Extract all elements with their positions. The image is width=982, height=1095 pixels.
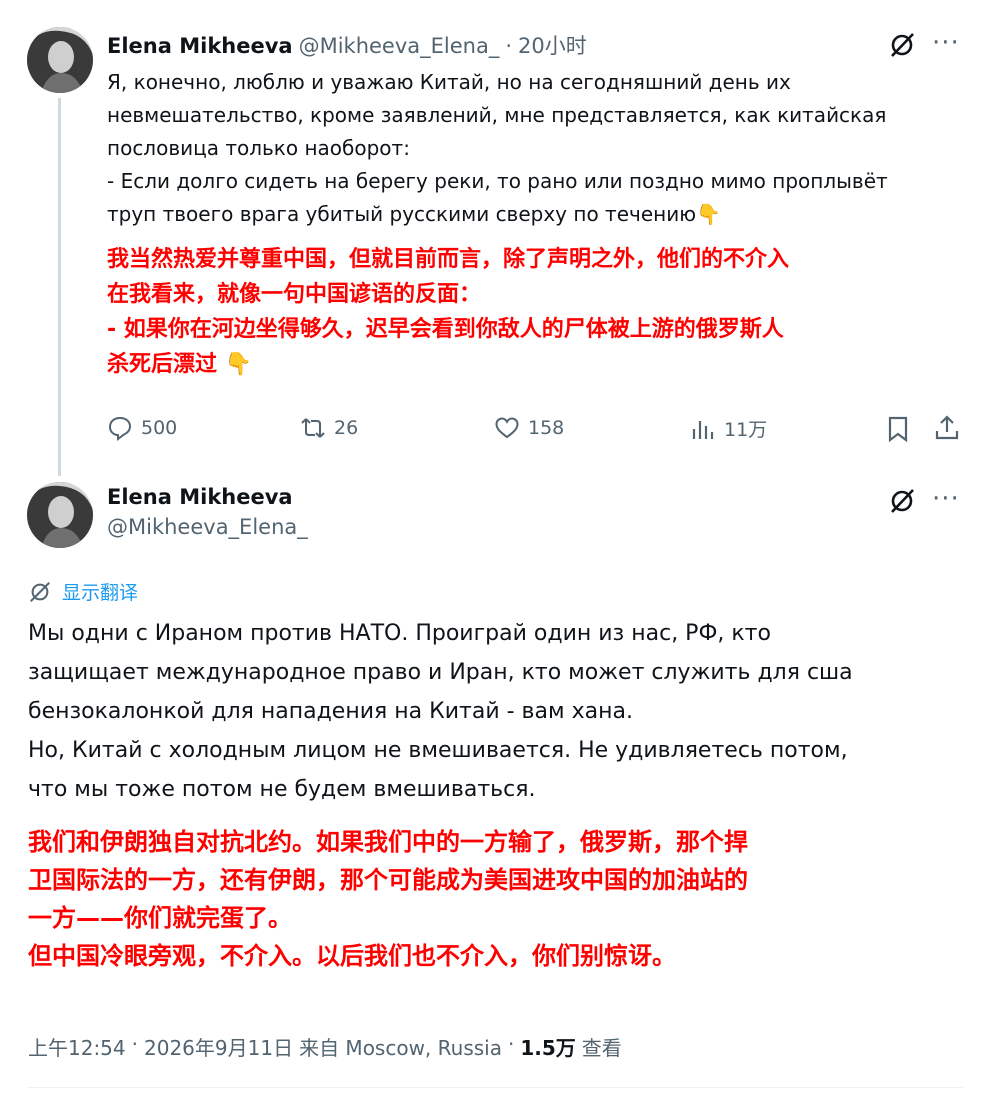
text-line: - 如果你在河边坐得够久，迟早会看到你敌人的尸体被上游的俄罗斯人 (107, 317, 784, 342)
more-icon[interactable]: ··· (932, 484, 960, 514)
tweet-header: Elena Mikheeva @Mikheeva_Elena_ (107, 485, 308, 539)
tweet-meta: 上午12:54 · 2026年9月11日 来自 Moscow, Russia ·… (28, 1032, 622, 1061)
tweet-text-zh: 我们和伊朗独自对抗北约。如果我们中的一方输了，俄罗斯，那个捍 卫国际法的一方，还… (28, 823, 968, 975)
reply-count: 500 (141, 417, 178, 439)
text-line: труп твоего врага убитый русскими сверху… (107, 202, 721, 226)
views-label: 查看 (581, 1036, 622, 1060)
author-handle[interactable]: @Mikheeva_Elena_ (107, 515, 308, 539)
reply-button[interactable]: 500 (107, 415, 177, 441)
view-count: 11万 (724, 419, 768, 441)
like-icon (495, 417, 519, 439)
reply-icon (108, 416, 132, 441)
post-date[interactable]: 2026年9月11日 (144, 1032, 293, 1061)
separator: · (505, 34, 513, 58)
like-count: 158 (528, 417, 565, 439)
post-location: 来自 Moscow, Russia (299, 1036, 502, 1060)
divider (28, 1087, 963, 1088)
like-button[interactable]: 158 (494, 415, 564, 441)
views-icon (692, 420, 714, 439)
text-line: - Если долго сидеть на берегу реки, то р… (107, 169, 888, 193)
text-line: защищает международное право и Иран, кто… (28, 660, 853, 685)
text-line: Мы одни с Ираном против НАТО. Проиграй о… (28, 621, 771, 646)
repost-icon (301, 418, 325, 438)
text-line: 但中国冷眼旁观，不介入。以后我们也不介入，你们别惊讶。 (28, 942, 676, 970)
thread-line (58, 98, 61, 476)
tweet-header: Elena Mikheeva @Mikheeva_Elena_ · 20小时 (107, 30, 587, 60)
text-line: Я, конечно, люблю и уважаю Китай, но на … (107, 70, 791, 94)
text-line: 杀死后漂过 👇 (107, 352, 253, 377)
separator: · (131, 1032, 138, 1056)
text-line: 在我看来，就像一句中国谚语的反面： (107, 282, 482, 307)
repost-button[interactable]: 26 (300, 415, 358, 441)
text-line: что мы тоже потом не будем вмешиваться. (28, 777, 536, 802)
text-line: 我们和伊朗独自对抗北约。如果我们中的一方输了，俄罗斯，那个捍 (28, 828, 748, 856)
repost-count: 26 (334, 417, 359, 439)
grok-icon[interactable] (888, 31, 916, 63)
post-time[interactable]: 上午12:54 (28, 1032, 126, 1061)
translate-icon (30, 581, 50, 602)
show-translation-link[interactable]: 显示翻译 (28, 578, 138, 605)
text-line: невмешательство, кроме заявлений, мне пр… (107, 103, 887, 127)
text-line: 一方——你们就完蛋了。 (28, 904, 292, 932)
tweet-text-ru: Мы одни с Ираном против НАТО. Проиграй о… (28, 614, 968, 809)
author-name[interactable]: Elena Mikheeva (107, 485, 308, 509)
separator: · (507, 1032, 515, 1056)
avatar[interactable] (27, 27, 93, 93)
grok-icon[interactable] (888, 487, 916, 519)
bookmark-icon[interactable] (884, 415, 912, 447)
translate-label: 显示翻译 (62, 582, 139, 604)
timestamp[interactable]: 20小时 (518, 30, 587, 60)
tweet-text-zh: 我当然热爱并尊重中国，但就目前而言，除了声明之外，他们的不介入 在我看来，就像一… (107, 242, 967, 382)
share-icon[interactable] (933, 414, 961, 446)
tweet-text-ru: Я, конечно, люблю и уважаю Китай, но на … (107, 66, 967, 231)
text-line: Но, Китай с холодным лицом не вмешиваетс… (28, 738, 848, 763)
author-handle[interactable]: @Mikheeva_Elena_ (299, 34, 500, 58)
text-line: бензокалонкой для нападения на Китай - в… (28, 699, 633, 724)
views-button[interactable]: 11万 (690, 415, 767, 442)
text-line: 卫国际法的一方，还有伊朗，那个可能成为美国进攻中国的加油站的 (28, 866, 748, 894)
author-name[interactable]: Elena Mikheeva (107, 34, 293, 58)
text-line: пословица только наоборот: (107, 136, 410, 160)
more-icon[interactable]: ··· (932, 28, 960, 58)
avatar[interactable] (27, 482, 93, 548)
views-count: 1.5万 (520, 1036, 576, 1060)
text-line: 我当然热爱并尊重中国，但就目前而言，除了声明之外，他们的不介入 (107, 247, 790, 272)
